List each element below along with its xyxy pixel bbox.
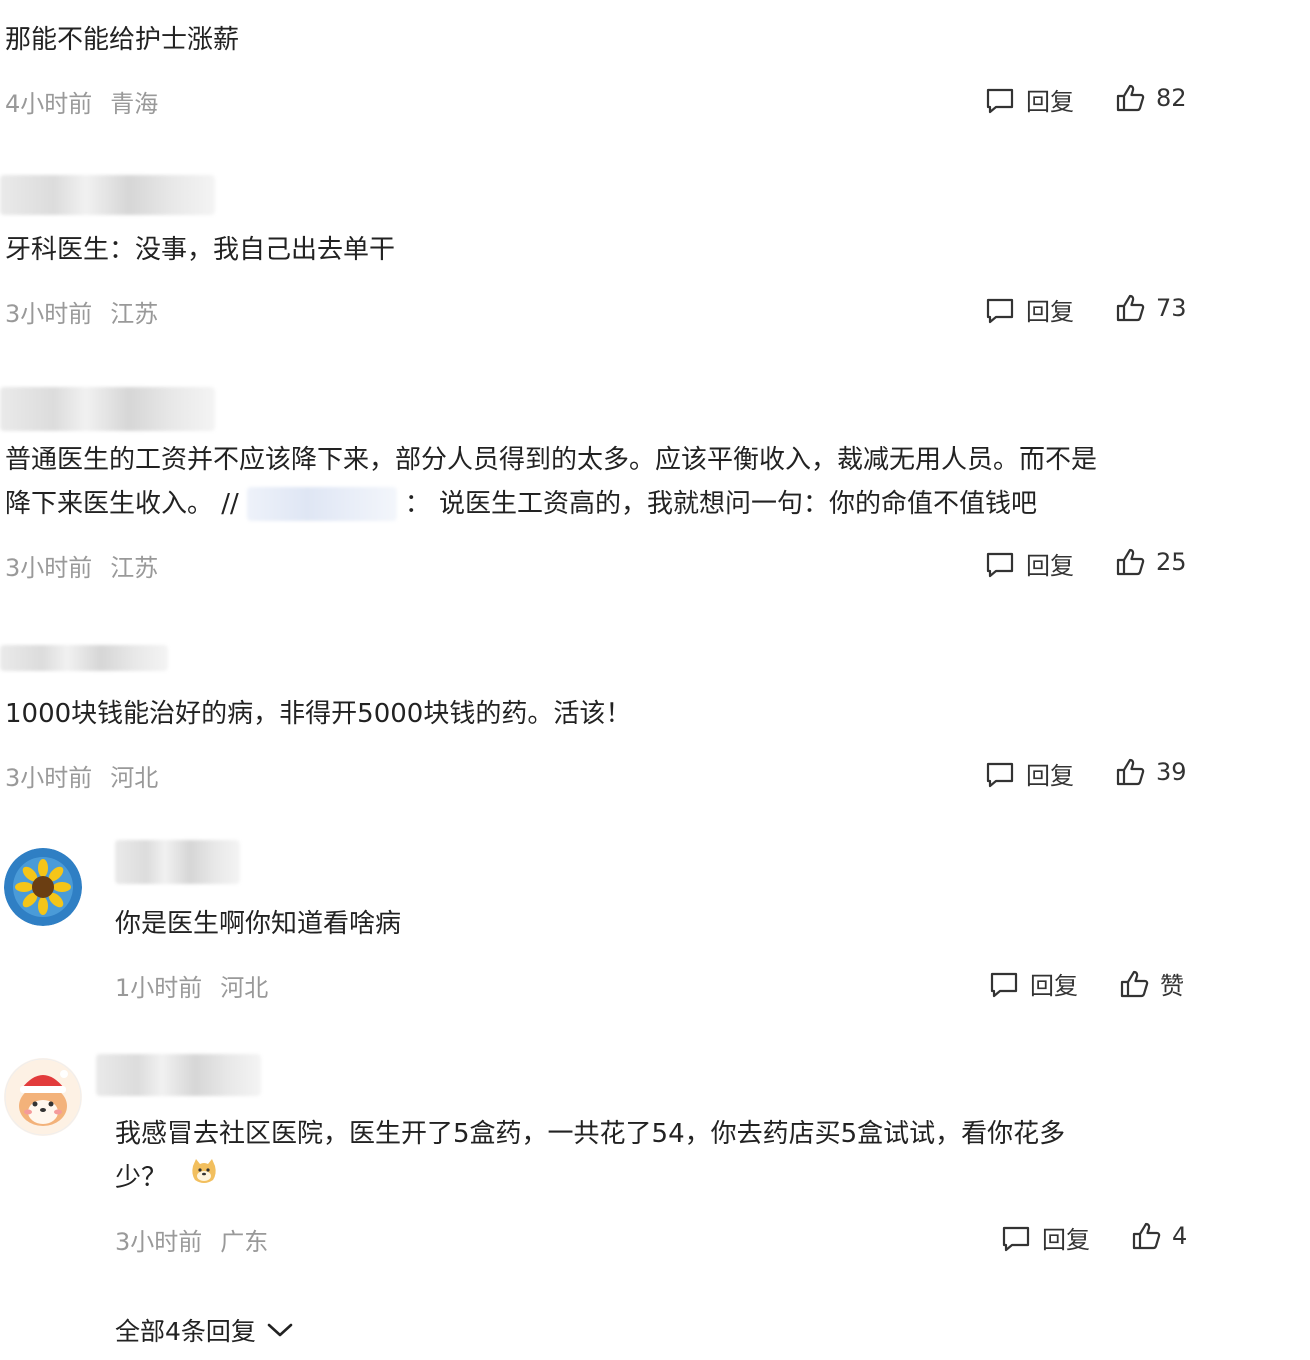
username-redacted — [96, 1054, 261, 1096]
comment-text-line2: 少？ — [115, 1156, 219, 1200]
thumbs-up-icon — [1130, 1220, 1162, 1252]
comment-bubble-icon — [984, 758, 1016, 790]
comment-location: 河北 — [110, 764, 159, 792]
comment-time: 4小时前 — [5, 90, 93, 118]
reply-button[interactable]: 回复 — [984, 756, 1074, 791]
comment-time: 3小时前 — [5, 300, 93, 328]
like-count: 39 — [1156, 758, 1187, 786]
comment-time: 3小时前 — [5, 764, 93, 792]
like-count: 82 — [1156, 84, 1187, 112]
thumbs-up-icon — [1114, 546, 1146, 578]
shiba-santa-icon — [4, 1058, 82, 1136]
reply-button[interactable]: 回复 — [984, 546, 1074, 581]
comment-bubble-icon — [1000, 1222, 1032, 1254]
comment-text-line1: 普通医生的工资并不应该降下来，部分人员得到的太多。应该平衡收入，裁减无用人员。而… — [5, 445, 1098, 475]
thumbs-up-icon — [1114, 82, 1146, 114]
like-button[interactable]: 赞 — [1118, 966, 1184, 1001]
doge-emoji-icon — [189, 1156, 219, 1200]
sunflower-icon — [4, 848, 82, 926]
username-redacted — [115, 840, 240, 884]
reply-button[interactable]: 回复 — [984, 82, 1074, 117]
username-redacted — [0, 387, 215, 431]
comment-meta: 1小时前 河北 — [115, 968, 268, 1003]
reply-label: 回复 — [1030, 972, 1078, 1000]
comment-location: 河北 — [220, 974, 269, 1002]
reply-button[interactable]: 回复 — [1000, 1220, 1090, 1255]
comment-location: 江苏 — [110, 554, 159, 582]
comment-text-part: ： 说医生工资高的，我就想问一句：你的命值不值钱吧 — [404, 489, 1038, 519]
view-all-replies-button[interactable]: 全部4条回复 — [115, 1312, 294, 1348]
like-count: 4 — [1172, 1222, 1188, 1250]
comment-time: 1小时前 — [115, 974, 203, 1002]
mention-redacted — [246, 487, 397, 521]
comment-text-part: 少？ — [115, 1163, 168, 1193]
comment-bubble-icon — [984, 84, 1016, 116]
reply-button[interactable]: 回复 — [988, 966, 1078, 1001]
comment-text: 1000块钱能治好的病，非得开5000块钱的药。活该！ — [5, 699, 632, 729]
like-button[interactable]: 39 — [1114, 756, 1187, 788]
thumbs-up-icon — [1118, 968, 1150, 1000]
reply-label: 回复 — [1026, 552, 1074, 580]
comment-text-part: 降下来医生收入。 // — [5, 489, 239, 519]
thumbs-up-icon — [1114, 756, 1146, 788]
like-button[interactable]: 4 — [1130, 1220, 1187, 1252]
like-button[interactable]: 82 — [1114, 82, 1187, 114]
like-button[interactable]: 73 — [1114, 292, 1187, 324]
reply-label: 回复 — [1026, 88, 1074, 116]
chevron-down-icon — [266, 1320, 294, 1340]
reply-button[interactable]: 回复 — [984, 292, 1074, 327]
comment-location: 江苏 — [110, 300, 159, 328]
avatar[interactable] — [4, 1058, 82, 1136]
comment-bubble-icon — [988, 968, 1020, 1000]
comment-time: 3小时前 — [115, 1228, 203, 1256]
comment-text-line1: 我感冒去社区医院，医生开了5盒药，一共花了54，你去药店买5盒试试，看你花多 — [115, 1119, 1066, 1149]
comment-text-line2: 降下来医生收入。 // ： 说医生工资高的，我就想问一句：你的命值不值钱吧 — [5, 482, 1037, 526]
like-button[interactable]: 25 — [1114, 546, 1187, 578]
comment-meta: 4小时前 青海 — [5, 84, 158, 119]
comment-text: 牙科医生：没事，我自己出去单干 — [5, 235, 396, 265]
all-replies-label: 全部4条回复 — [115, 1317, 256, 1346]
comment-location: 广东 — [220, 1228, 269, 1256]
username-redacted — [0, 175, 215, 215]
comment-text: 那能不能给护士涨薪 — [5, 25, 240, 55]
reply-label: 回复 — [1026, 762, 1074, 790]
comment-meta: 3小时前 江苏 — [5, 548, 158, 583]
like-label: 赞 — [1160, 972, 1184, 1000]
avatar[interactable] — [4, 848, 82, 926]
like-count: 25 — [1156, 548, 1187, 576]
comment-bubble-icon — [984, 294, 1016, 326]
comment-meta: 3小时前 广东 — [115, 1222, 268, 1257]
reply-label: 回复 — [1026, 298, 1074, 326]
comment-location: 青海 — [110, 90, 159, 118]
like-count: 73 — [1156, 294, 1187, 322]
username-redacted — [0, 645, 168, 671]
comment-bubble-icon — [984, 548, 1016, 580]
comment-text: 你是医生啊你知道看啥病 — [115, 909, 402, 939]
thumbs-up-icon — [1114, 292, 1146, 324]
comment-meta: 3小时前 河北 — [5, 758, 158, 793]
reply-label: 回复 — [1042, 1226, 1090, 1254]
comment-meta: 3小时前 江苏 — [5, 294, 158, 329]
comment-time: 3小时前 — [5, 554, 93, 582]
